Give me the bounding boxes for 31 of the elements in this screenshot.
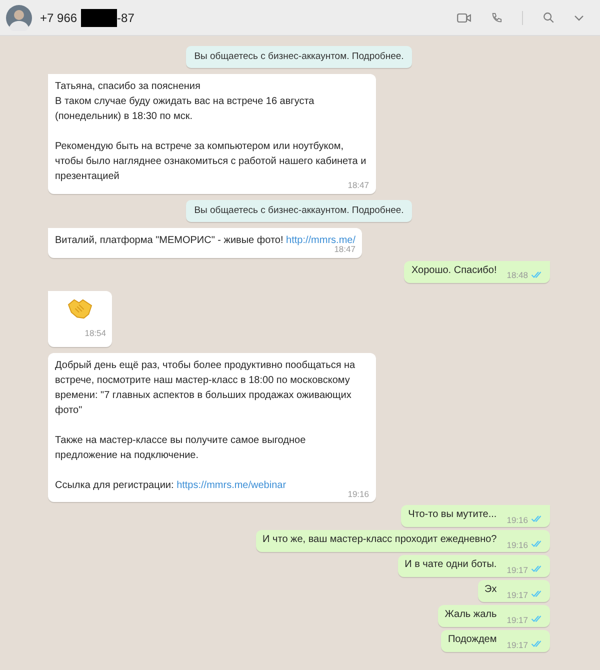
phone-icon[interactable]: [491, 12, 502, 24]
message-time: 18:47: [348, 181, 369, 190]
message-time: 19:16: [506, 516, 528, 524]
message-text: Жаль жаль: [444, 608, 497, 622]
message-text: Эх: [484, 583, 497, 597]
message-time: 19:17: [506, 566, 528, 574]
message-time: 19:17: [506, 616, 528, 624]
contact-number: -87: [117, 10, 134, 26]
message-time: 18:47: [334, 245, 356, 254]
redaction-bar: [81, 8, 118, 26]
chevron-down-icon[interactable]: [574, 14, 584, 20]
message-time: 19:17: [506, 590, 528, 599]
avatar[interactable]: [6, 4, 32, 30]
message-time: 19:16: [348, 490, 369, 498]
contact-number: +7 966: [40, 10, 78, 26]
message-text: Что-то вы мутите...: [408, 508, 497, 522]
message-text: Подождем: [448, 633, 497, 647]
business-notice[interactable]: Вы общаетесь с бизнес-аккаунтом. Подробнее.: [186, 200, 412, 222]
message-text: Татьяна, спасибо за пояснения В таком случае буду ожидать вас на встрече 16 августа (понедельник) в 18:30 по мск. Рекомендую быть на встрече за компьютером или ноутбуком, чтобы было нагляднее ознакомиться с работой нашего кабинета и презентацией: [55, 80, 366, 182]
search-icon[interactable]: [543, 12, 554, 23]
business-notice[interactable]: Вы общаетесь с бизнес-аккаунтом. Подробнее.: [186, 46, 412, 68]
message-time: 19:16: [506, 540, 528, 549]
message-text: Виталий, платформа "МЕМОРИС" - живые фото! http://mmrs.me/: [55, 234, 356, 246]
message-text: И что же, ваш мастер-класс проходит ежедневно?: [262, 533, 497, 547]
message-time: 19:17: [506, 640, 528, 649]
message-text: Хорошо. Спасибо!: [411, 264, 497, 278]
video-call-icon[interactable]: [457, 12, 471, 22]
message-text: Добрый день ещё раз, чтобы более продуктивно пообщаться на встрече, посмотрите наш мастер-класс в 18:00 по московскому времени: "7 главных аспектов в больших продажах оживающих фото" Также на мастер-классе вы получите самое выгодное предложение на подключение. Ссылка для регистрации: https://mmrs.me/webinar: [55, 358, 356, 491]
message-time: 18:54: [84, 328, 106, 338]
message-time: 18:48: [506, 271, 528, 280]
message-text: И в чате одни боты.: [404, 558, 497, 572]
